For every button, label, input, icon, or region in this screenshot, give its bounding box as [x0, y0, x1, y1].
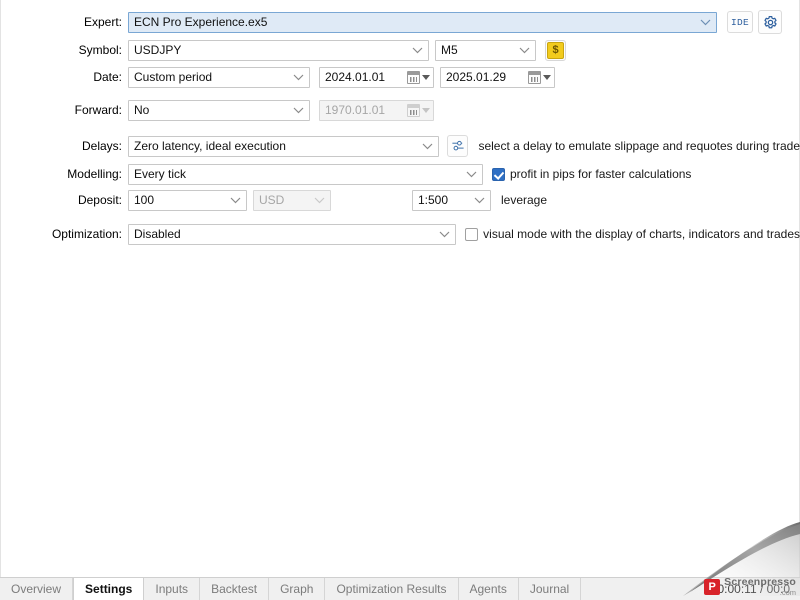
optimization-value: Disabled — [134, 226, 181, 241]
delays-value: Zero latency, ideal execution — [134, 138, 286, 153]
tab-graph[interactable]: Graph — [269, 578, 326, 600]
row-date: Date: Custom period 2024.01.01 2025.01.2… — [0, 65, 800, 89]
calendar-icon — [407, 103, 420, 117]
date-from-controls[interactable] — [407, 68, 433, 87]
chevron-down-icon[interactable] — [694, 13, 716, 32]
modelling-value: Every tick — [134, 166, 187, 181]
elapsed-timer: 00:00:11 / 00:0 — [710, 582, 790, 596]
chevron-down-icon[interactable] — [468, 191, 490, 210]
sliders-icon — [452, 140, 464, 151]
calendar-icon[interactable] — [528, 70, 541, 84]
expert-combo[interactable]: ECN Pro Experience.ex5 — [128, 11, 717, 33]
bottom-tab-bar: Overview Settings Inputs Backtest Graph … — [0, 577, 800, 600]
date-from-value: 2024.01.01 — [325, 69, 386, 84]
dropdown-triangle-icon[interactable] — [543, 74, 551, 80]
symbol-value: USDJPY — [134, 42, 182, 57]
tab-optimization-results[interactable]: Optimization Results — [325, 578, 459, 600]
checkbox-indicator[interactable] — [465, 227, 479, 241]
deposit-currency-value: USD — [259, 192, 285, 207]
timeframe-value: M5 — [441, 42, 458, 57]
delays-label: Delays: — [81, 139, 122, 153]
expert-value: ECN Pro Experience.ex5 — [134, 14, 268, 29]
dropdown-triangle-icon — [422, 107, 430, 113]
forward-date-value: 1970.01.01 — [325, 102, 386, 117]
chevron-down-icon[interactable] — [224, 191, 246, 210]
row-optimization: Optimization: Disabled visual mode with … — [0, 222, 800, 246]
date-from-picker[interactable]: 2024.01.01 — [319, 66, 434, 88]
forward-label: Forward: — [74, 103, 122, 117]
date-mode-value: Custom period — [134, 69, 213, 84]
chevron-down-icon[interactable] — [287, 68, 309, 87]
modelling-label: Modelling: — [67, 167, 122, 181]
modelling-combo[interactable]: Every tick — [128, 163, 483, 185]
forward-date-controls — [407, 101, 433, 120]
calendar-icon[interactable] — [407, 70, 420, 84]
chevron-down-icon[interactable] — [416, 137, 438, 156]
forward-mode-value: No — [134, 102, 150, 117]
expert-settings-button[interactable] — [758, 10, 782, 34]
checkbox-indicator[interactable] — [492, 167, 505, 181]
profit-in-pips-label: profit in pips for faster calculations — [510, 167, 692, 181]
dropdown-triangle-icon[interactable] — [422, 74, 430, 80]
leverage-value: 1:500 — [418, 192, 449, 207]
leverage-combo[interactable]: 1:500 — [412, 189, 491, 211]
symbol-combo[interactable]: USDJPY — [128, 39, 429, 61]
tab-journal[interactable]: Journal — [518, 578, 582, 600]
tab-backtest[interactable]: Backtest — [200, 578, 270, 600]
tab-inputs[interactable]: Inputs — [144, 578, 201, 600]
leverage-label: leverage — [501, 193, 548, 207]
date-to-value: 2025.01.29 — [446, 69, 507, 84]
timeframe-combo[interactable]: M5 — [435, 39, 536, 61]
ide-button[interactable]: IDE — [727, 11, 753, 33]
chevron-down-icon[interactable] — [287, 101, 309, 120]
row-symbol: Symbol: USDJPY M5 $ — [0, 38, 800, 62]
optimization-label: Optimization: — [51, 227, 122, 241]
row-modelling: Modelling: Every tick profit in pips for… — [0, 162, 800, 186]
delays-hint: select a delay to emulate slippage and r… — [478, 139, 800, 153]
settings-form: Expert: ECN Pro Experience.ex5 IDE Symbo… — [0, 0, 800, 250]
gear-icon — [763, 15, 777, 28]
symbol-properties-button[interactable]: $ — [545, 39, 566, 61]
dollar-icon: $ — [547, 41, 564, 59]
expert-label: Expert: — [83, 15, 122, 29]
row-forward: Forward: No 1970.01.01 — [0, 98, 800, 122]
profit-in-pips-checkbox[interactable]: profit in pips for faster calculations — [492, 167, 691, 181]
optimization-combo[interactable]: Disabled — [128, 223, 457, 245]
deposit-amount-value: 100 — [134, 192, 155, 207]
date-to-controls[interactable] — [528, 68, 554, 87]
date-to-picker[interactable]: 2025.01.29 — [440, 66, 555, 88]
row-expert: Expert: ECN Pro Experience.ex5 IDE — [0, 10, 800, 34]
tab-overview[interactable]: Overview — [0, 578, 74, 600]
symbol-label: Symbol: — [78, 43, 122, 57]
date-mode-combo[interactable]: Custom period — [128, 66, 310, 88]
chevron-down-icon[interactable] — [406, 41, 428, 60]
deposit-label: Deposit: — [77, 193, 122, 207]
forward-mode-combo[interactable]: No — [128, 99, 310, 121]
deposit-amount-combo[interactable]: 100 — [128, 189, 247, 211]
deposit-currency-combo: USD — [253, 189, 331, 211]
tab-settings[interactable]: Settings — [73, 578, 145, 600]
strategy-tester-settings-panel: Expert: ECN Pro Experience.ex5 IDE Symbo… — [0, 0, 800, 600]
chevron-down-icon[interactable] — [513, 41, 535, 60]
visual-mode-checkbox[interactable]: visual mode with the display of charts, … — [465, 227, 800, 241]
delays-combo[interactable]: Zero latency, ideal execution — [128, 135, 440, 157]
chevron-down-icon[interactable] — [460, 165, 482, 184]
delays-config-button[interactable] — [447, 135, 469, 157]
visual-mode-label: visual mode with the display of charts, … — [483, 227, 800, 241]
row-deposit: Deposit: 100 USD 1:500 leverage — [0, 188, 800, 212]
date-label: Date: — [93, 70, 122, 84]
row-delays: Delays: Zero latency, ideal execution se… — [0, 133, 800, 159]
forward-date-picker: 1970.01.01 — [319, 99, 434, 121]
tab-agents[interactable]: Agents — [458, 578, 519, 600]
chevron-down-icon — [308, 191, 330, 210]
chevron-down-icon[interactable] — [433, 225, 455, 244]
